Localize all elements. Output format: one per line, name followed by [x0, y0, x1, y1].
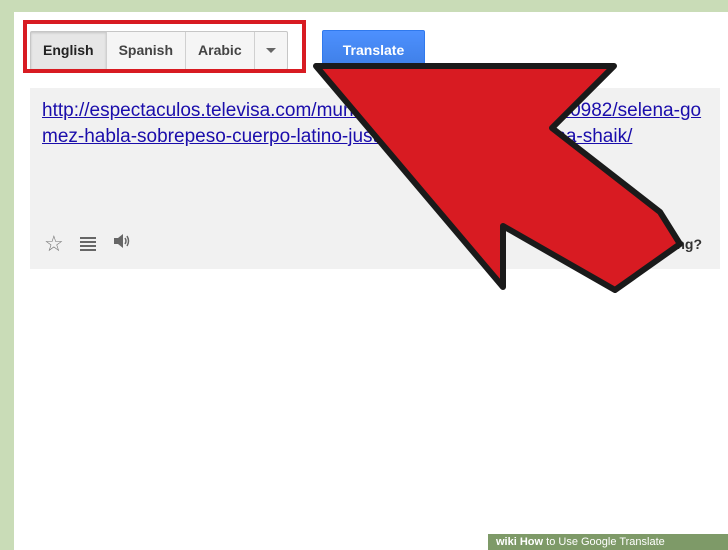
- watermark-text: to Use Google Translate: [546, 536, 665, 548]
- red-arrow-annotation: [313, 63, 683, 293]
- watermark-footer: wiki How to Use Google Translate: [488, 534, 728, 550]
- arrow-shape: [313, 63, 683, 293]
- watermark-how: How: [519, 536, 544, 548]
- watermark-brand: wiki: [496, 536, 517, 548]
